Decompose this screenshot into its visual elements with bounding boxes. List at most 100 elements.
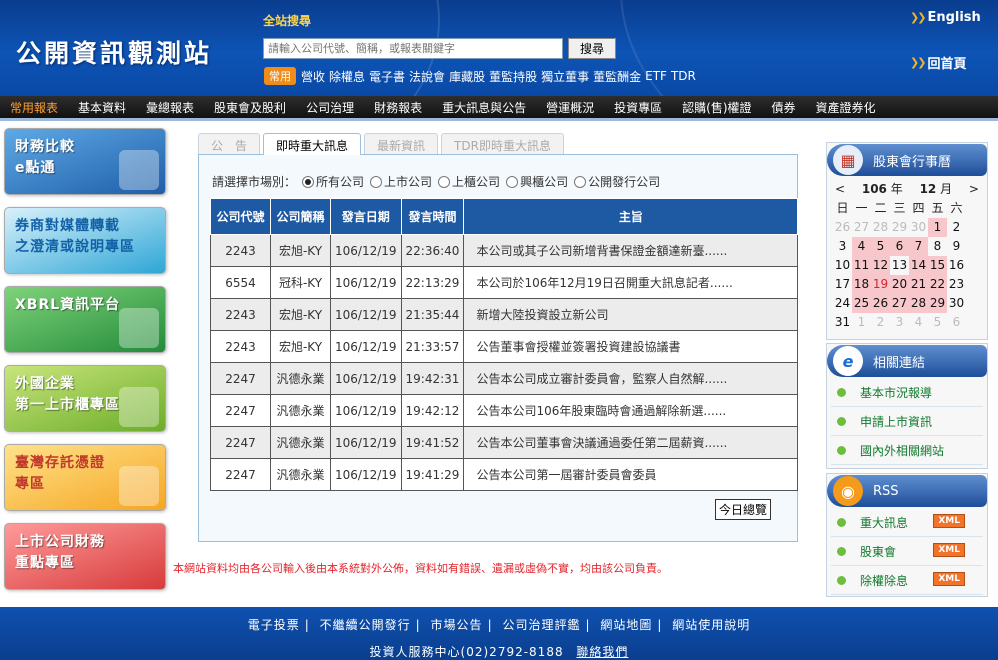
quick-link-independent-director[interactable]: 獨立董事	[541, 68, 589, 85]
promo-financial-compare[interactable]: 財務比較 e點通	[4, 128, 166, 195]
tab-latest-info[interactable]: 最新資訊	[364, 133, 439, 154]
promo-foreign-companies[interactable]: 外國企業 第一上市櫃專區	[4, 365, 166, 432]
calendar-day[interactable]: 15	[928, 256, 947, 275]
calendar-day[interactable]: 6	[890, 237, 909, 256]
cell-subject[interactable]: 本公司或其子公司新增背書保證金額達新臺......	[463, 234, 799, 267]
calendar-day[interactable]: 22	[928, 275, 947, 294]
xml-badge[interactable]: XML	[933, 514, 965, 528]
radio-otc[interactable]	[438, 175, 451, 188]
xml-badge[interactable]: XML	[933, 543, 965, 557]
cell-subject[interactable]: 本公司於106年12月19日召開重大訊息記者......	[463, 266, 799, 299]
nav-operations[interactable]: 營運概況	[546, 99, 594, 116]
footer-link-sitemap[interactable]: 網站地圖	[600, 618, 652, 632]
contact-us-link[interactable]: 聯絡我們	[576, 645, 628, 659]
nav-financial-reports[interactable]: 財務報表	[374, 99, 422, 116]
cell-subject[interactable]: 新增大陸投資設立新公司	[463, 298, 799, 331]
promo-xbrl-platform[interactable]: XBRL資訊平台	[4, 286, 166, 353]
calendar-year[interactable]: 106	[862, 182, 887, 196]
rss-shareholders-meeting[interactable]: 股東會 XML	[831, 537, 983, 566]
nav-common-reports[interactable]: 常用報表	[10, 99, 58, 116]
calendar-prev-button[interactable]: <	[835, 182, 845, 196]
quick-link-etf[interactable]: ETF	[645, 69, 667, 83]
calendar-day[interactable]: 29	[928, 294, 947, 313]
tab-announcements[interactable]: 公 告	[198, 133, 261, 154]
cell-subject[interactable]: 公告本公司董事會決議通過委任第二屆薪資......	[463, 426, 799, 459]
calendar-day[interactable]: 1	[928, 218, 947, 237]
site-logo[interactable]: 公開資訊觀測站	[16, 34, 212, 70]
search-button[interactable]: 搜尋	[568, 38, 616, 59]
cell-subject[interactable]: 公告本公司第一屆審計委員會委員	[463, 458, 799, 491]
nav-bonds[interactable]: 債券	[772, 99, 796, 116]
quick-link-dividend[interactable]: 除權息	[329, 68, 365, 85]
today-overview-button[interactable]: 今日總覽	[715, 499, 772, 520]
quick-link-revenue[interactable]: 營收	[301, 68, 325, 85]
radio-all-companies[interactable]	[302, 175, 315, 188]
cell-company-code[interactable]: 6554	[210, 266, 271, 299]
nav-investment[interactable]: 投資專區	[614, 99, 662, 116]
rss-dividends[interactable]: 除權除息 XML	[831, 566, 983, 595]
rss-material-info[interactable]: 重大訊息 XML	[831, 508, 983, 537]
cell-company-code[interactable]: 2247	[210, 458, 271, 491]
cell-company-code[interactable]: 2247	[210, 394, 271, 427]
radio-public[interactable]	[574, 175, 587, 188]
promo-broker-clarification[interactable]: 券商對媒體轉載 之澄清或說明專區	[4, 207, 166, 274]
footer-link-usage[interactable]: 網站使用說明	[672, 618, 750, 632]
cell-company-code[interactable]: 2243	[210, 298, 271, 331]
tab-tdr-realtime[interactable]: TDR即時重大訊息	[441, 133, 564, 154]
quick-link-treasury[interactable]: 庫藏股	[449, 68, 485, 85]
radio-listed[interactable]	[370, 175, 383, 188]
related-link-websites[interactable]: 國內外相關網站	[831, 436, 983, 465]
calendar-day[interactable]: 27	[890, 294, 909, 313]
footer-link-governance-eval[interactable]: 公司治理評鑑	[502, 618, 580, 632]
footer-link-market-notice[interactable]: 市場公告	[431, 618, 483, 632]
search-input[interactable]	[263, 38, 563, 59]
calendar-weekday: 一	[855, 201, 868, 215]
footer-link-discontinued[interactable]: 不繼續公開發行	[320, 618, 411, 632]
calendar-day[interactable]: 12	[871, 256, 890, 275]
quick-link-ebook[interactable]: 電子書	[369, 68, 405, 85]
nav-shareholders-dividends[interactable]: 股東會及股利	[214, 99, 286, 116]
calendar-day[interactable]: 21	[909, 275, 928, 294]
calendar-day[interactable]: 14	[909, 256, 928, 275]
calendar-day[interactable]: 18	[852, 275, 871, 294]
calendar-day[interactable]: 7	[909, 237, 928, 256]
cell-subject[interactable]: 公告本公司106年股東臨時會通過解除新選......	[463, 394, 799, 427]
calendar-day[interactable]: 28	[909, 294, 928, 313]
home-link[interactable]: ❯❯ 回首頁	[910, 53, 966, 72]
cell-company-code[interactable]: 2243	[210, 330, 271, 363]
radio-emerging[interactable]	[506, 175, 519, 188]
calendar-month[interactable]: 12	[920, 182, 937, 196]
calendar-day[interactable]: 5	[871, 237, 890, 256]
related-link-listing-info[interactable]: 申請上市資訊	[831, 407, 983, 436]
cell-company-code[interactable]: 2247	[210, 362, 271, 395]
cell-subject[interactable]: 公告本公司成立審計委員會，監察人自然解......	[463, 362, 799, 395]
nav-governance[interactable]: 公司治理	[306, 99, 354, 116]
cell-company-code[interactable]: 2243	[210, 234, 271, 267]
cell-subject[interactable]: 公告董事會授權並簽署投資建設協議書	[463, 330, 799, 363]
calendar-day[interactable]: 19	[871, 275, 890, 294]
calendar-day[interactable]: 11	[852, 256, 871, 275]
footer-link-evoting[interactable]: 電子投票	[248, 618, 300, 632]
quick-link-director-holdings[interactable]: 董監持股	[489, 68, 537, 85]
nav-warrants[interactable]: 認購(售)權證	[682, 99, 751, 116]
quick-link-director-pay[interactable]: 董監酬金	[593, 68, 641, 85]
nav-summary-reports[interactable]: 彙總報表	[146, 99, 194, 116]
nav-securitization[interactable]: 資產證券化	[816, 99, 876, 116]
english-link[interactable]: ❯❯ English	[910, 10, 981, 25]
xml-badge[interactable]: XML	[933, 572, 965, 586]
promo-tdr[interactable]: 臺灣存託憑證 專區	[4, 444, 166, 511]
related-link-market-report[interactable]: 基本市況報導	[831, 378, 983, 407]
tab-realtime-material-info[interactable]: 即時重大訊息	[263, 133, 362, 155]
quick-link-tdr[interactable]: TDR	[671, 69, 696, 83]
promo-listed-financial[interactable]: 上市公司財務 重點專區	[4, 523, 166, 590]
calendar-day[interactable]: 20	[890, 275, 909, 294]
nav-material-info[interactable]: 重大訊息與公告	[442, 99, 526, 116]
calendar-day[interactable]: 4	[852, 237, 871, 256]
calendar-next-button[interactable]: >	[969, 182, 979, 196]
calendar-day[interactable]: 26	[871, 294, 890, 313]
calendar-day[interactable]: 25	[852, 294, 871, 313]
cell-company-code[interactable]: 2247	[210, 426, 271, 459]
double-chevron-right-icon: ❯❯	[910, 56, 927, 69]
nav-basic-info[interactable]: 基本資料	[78, 99, 126, 116]
quick-link-conference[interactable]: 法說會	[409, 68, 445, 85]
